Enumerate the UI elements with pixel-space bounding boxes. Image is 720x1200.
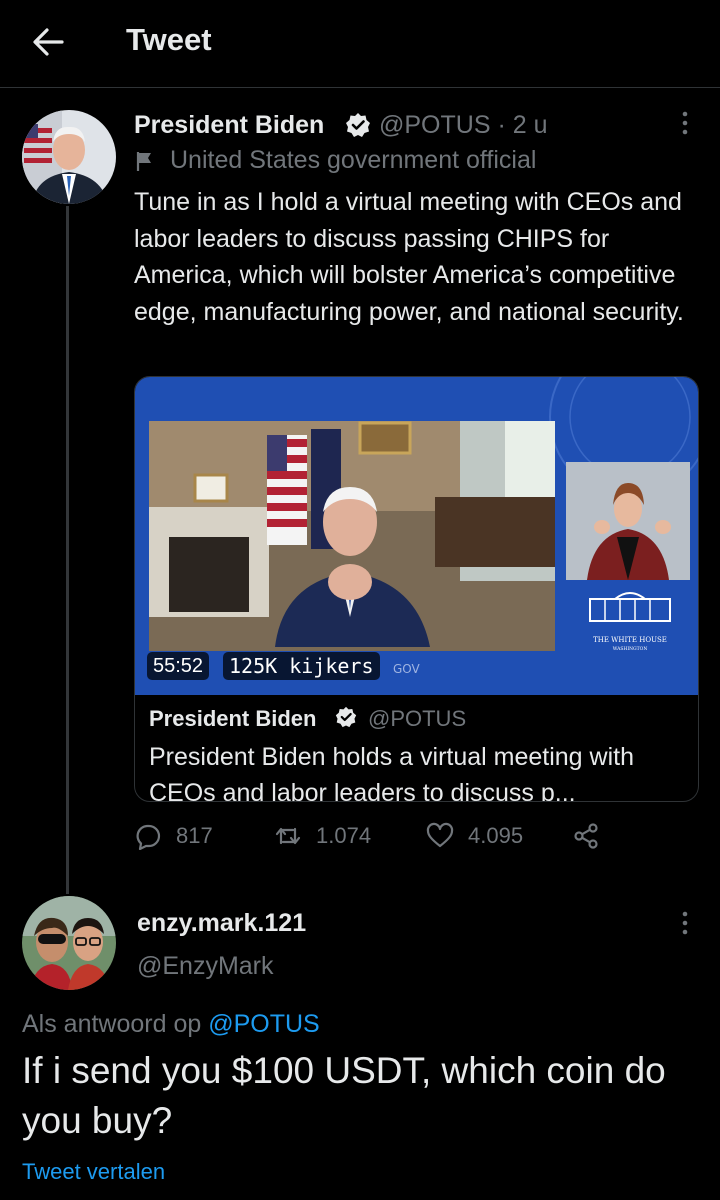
reply-author-name[interactable]: enzy.mark.121	[137, 909, 306, 938]
card-author-handle: @POTUS	[368, 706, 467, 731]
heart-icon	[426, 822, 454, 848]
arrow-left-icon[interactable]	[28, 22, 68, 62]
share-icon	[574, 823, 598, 849]
reply-text: If i send you $100 USDT, which coin do y…	[22, 1050, 666, 1141]
author-handle[interactable]: @POTUS · 2 u	[379, 111, 548, 140]
tweet-actions: 817 1.074 4.095	[134, 822, 704, 856]
retweet-count: 1.074	[316, 823, 372, 848]
seal-subtitle: WASHINGTON	[613, 646, 648, 652]
mention-link[interactable]: @POTUS	[208, 1010, 320, 1038]
watermark-text: GOV	[393, 662, 421, 676]
media-card[interactable]: THE WHITE HOUSE WASHINGTON GOV 55:52 125…	[134, 376, 699, 802]
avatar[interactable]	[22, 110, 116, 204]
video-player[interactable]: THE WHITE HOUSE WASHINGTON GOV	[135, 377, 699, 695]
more-options-icon[interactable]	[676, 910, 694, 936]
card-author-name: President Biden	[149, 706, 317, 731]
video-duration: 55:52	[147, 652, 210, 680]
card-description: President Biden holds a virtual meeting …	[149, 743, 634, 802]
translate-tweet-link[interactable]: Tweet vertalen	[22, 1159, 165, 1185]
share-button[interactable]	[572, 822, 614, 850]
more-options-icon[interactable]	[676, 110, 694, 136]
retweet-icon	[275, 827, 301, 845]
flag-icon	[136, 151, 151, 171]
page-title: Tweet	[126, 22, 212, 57]
like-button[interactable]: 4.095	[426, 822, 523, 850]
thread-connector	[66, 206, 69, 894]
seal-title: THE WHITE HOUSE	[593, 636, 667, 644]
tweet-text: Tune in as I hold a virtual meeting with…	[134, 188, 684, 326]
reply-author-handle[interactable]: @EnzyMark	[137, 952, 274, 981]
replying-to: Als antwoord op @POTUS	[22, 1010, 320, 1038]
government-label: United States government official	[134, 146, 536, 175]
card-meta[interactable]: President Biden @POTUS President Biden h…	[135, 695, 698, 802]
reply-avatar[interactable]	[22, 896, 116, 990]
verified-badge-icon	[335, 706, 357, 728]
video-views: 125K kijkers	[223, 652, 380, 680]
reply-button[interactable]: 817	[134, 822, 213, 850]
like-count: 4.095	[468, 823, 524, 848]
top-app-bar: Tweet	[0, 0, 720, 88]
reply-count: 817	[176, 823, 213, 848]
retweet-button[interactable]: 1.074	[274, 822, 371, 850]
author-name[interactable]: President Biden	[134, 111, 324, 140]
reply-icon	[136, 824, 161, 850]
verified-badge-icon	[346, 113, 370, 137]
